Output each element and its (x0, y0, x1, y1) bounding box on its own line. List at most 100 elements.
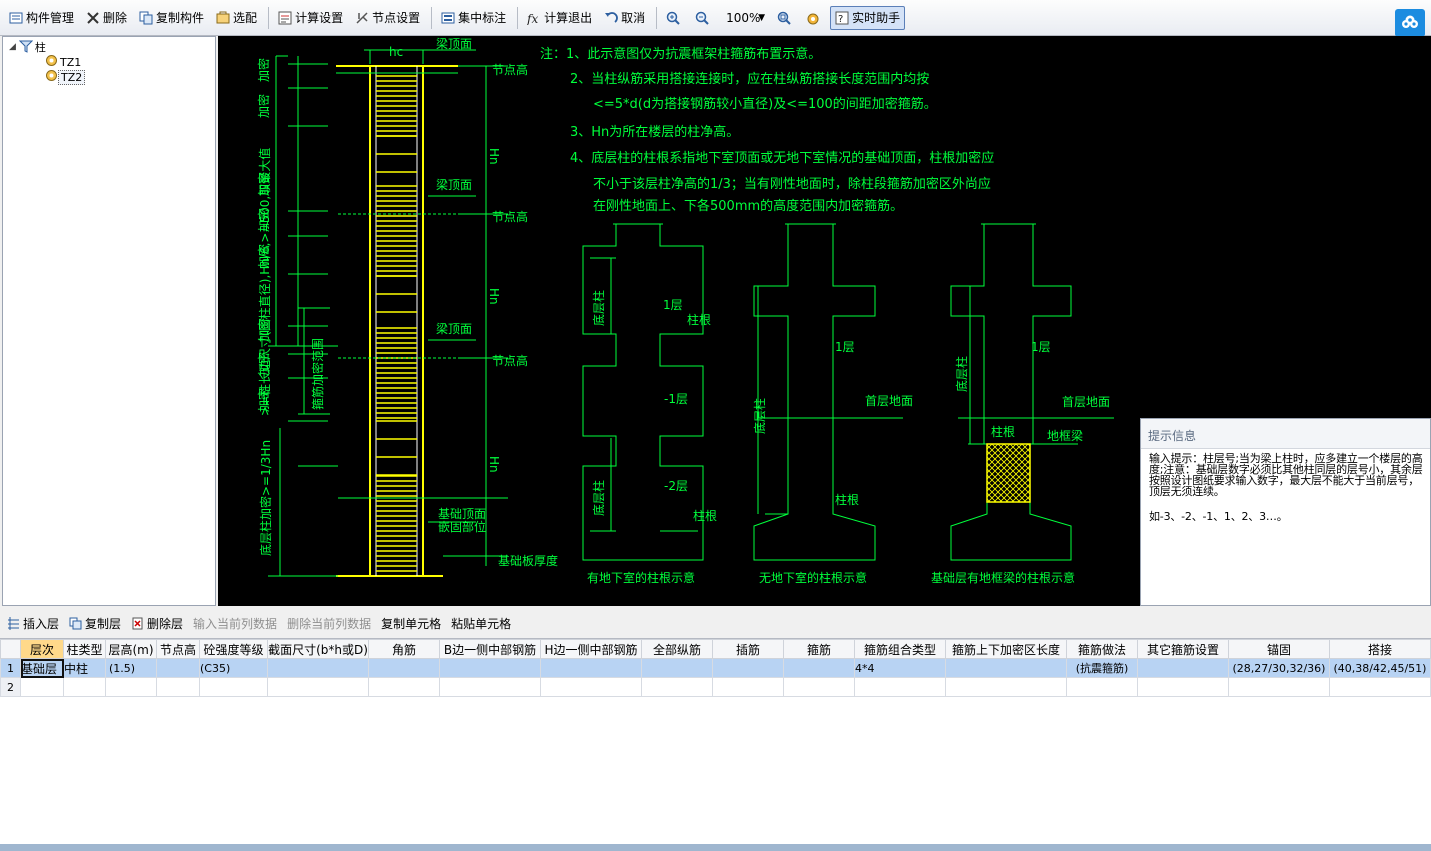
table-cell[interactable] (540, 658, 642, 678)
table-cell[interactable] (783, 658, 855, 678)
detail-no-basement (753, 223, 903, 561)
table-cell[interactable] (439, 677, 541, 697)
table-cell[interactable] (945, 658, 1067, 678)
col-header[interactable]: 箍筋做法 (1066, 639, 1138, 659)
col-header[interactable]: B边一侧中部钢筋 (439, 639, 541, 659)
copy-cell-button[interactable]: 复制单元格 (378, 615, 444, 632)
ground-beam-label: 地框梁 (1047, 428, 1083, 443)
cloud-button[interactable] (1395, 9, 1425, 37)
table-cell[interactable] (1329, 677, 1431, 697)
select-config-button[interactable]: 选配 (211, 6, 262, 30)
table-cell[interactable]: 基础层 (20, 658, 64, 678)
col-header[interactable]: 锚固 (1228, 639, 1330, 659)
tree-root-column[interactable]: ◢ 柱 (9, 39, 48, 55)
calc-settings-button[interactable]: 计算设置 (273, 6, 348, 30)
cancel-button[interactable]: 取消 (599, 6, 650, 30)
delete-button[interactable]: 删除 (81, 6, 132, 30)
col-header[interactable]: 砼强度等级 (199, 639, 268, 659)
table-cell[interactable] (1228, 677, 1330, 697)
stirrup-range-label: 箍筋加密范围 (310, 338, 325, 410)
table-cell[interactable] (267, 677, 369, 697)
tree-item-tz2[interactable]: TZ2 (45, 69, 86, 85)
table-row[interactable]: 1 基础层 中柱 (1.5) (C35) 4*4 (抗震箍筋) (28,27/3… (0, 658, 1431, 678)
col-header[interactable]: 箍筋上下加密区长度 (945, 639, 1067, 659)
table-cell[interactable] (641, 677, 713, 697)
col-header[interactable]: 其它箍筋设置 (1137, 639, 1229, 659)
table-cell[interactable] (368, 658, 440, 678)
col-header[interactable]: 搭接 (1329, 639, 1431, 659)
copy-layer-button[interactable]: 复制层 (66, 615, 124, 632)
insert-layer-button[interactable]: 插入层 (4, 615, 62, 632)
zoom-select[interactable]: 100% ▼ (719, 6, 770, 30)
table-cell[interactable]: 4*4 (854, 658, 946, 678)
zoom-out-button[interactable] (690, 6, 717, 30)
col-header[interactable]: H边一侧中部钢筋 (540, 639, 642, 659)
zoom-fit-button[interactable] (772, 6, 799, 30)
delete-col-data-button[interactable]: 删除当前列数据 (284, 615, 374, 632)
table-cell[interactable] (105, 677, 157, 697)
col-header[interactable]: 角筋 (368, 639, 440, 659)
copy-component-button[interactable]: 复制构件 (134, 6, 209, 30)
tree-item-tz1[interactable]: TZ1 (45, 54, 83, 70)
component-tree: ◢ 柱 TZ1 TZ2 (2, 36, 216, 606)
col-root-label-3: 柱根 (835, 492, 859, 507)
select-config-icon (216, 11, 230, 25)
layer-table-area: 层次 柱类型 层高(m) 节点高 砼强度等级 截面尺寸(b*h或D) 角筋 B边… (0, 638, 1431, 851)
column-elevation (268, 49, 508, 577)
table-cell[interactable]: (C35) (199, 658, 268, 678)
zoom-in-button[interactable] (661, 6, 688, 30)
col-header[interactable]: 全部纵筋 (641, 639, 713, 659)
realtime-helper-button[interactable]: ? 实时助手 (830, 5, 906, 30)
hint-panel: 提示信息 输入提示：柱层号;当为梁上柱时，应多建立一个楼层的高度;注意：基础层数… (1140, 418, 1431, 606)
table-cell[interactable] (783, 677, 855, 697)
table-cell[interactable]: 中柱 (63, 658, 106, 678)
hint-text: 输入提示：柱层号;当为梁上柱时，应多建立一个楼层的高度;注意：基础层数字必须比其… (1149, 452, 1423, 498)
table-cell[interactable]: (1.5) (105, 658, 157, 678)
table-cell[interactable] (439, 658, 541, 678)
delete-layer-button[interactable]: 删除层 (128, 615, 186, 632)
table-cell[interactable] (368, 677, 440, 697)
table-cell[interactable] (156, 658, 200, 678)
col-header[interactable]: 箍筋组合类型 (854, 639, 946, 659)
toolbar-separator (656, 6, 658, 29)
component-gear-icon (45, 54, 58, 70)
table-cell[interactable] (712, 677, 784, 697)
table-cell[interactable] (1137, 677, 1229, 697)
component-manage-button[interactable]: 构件管理 (4, 6, 79, 30)
table-cell[interactable] (199, 677, 268, 697)
calc-exit-button[interactable]: fx 计算退出 (522, 6, 597, 30)
table-cell[interactable] (20, 677, 64, 697)
table-cell[interactable] (712, 658, 784, 678)
col-header[interactable]: 柱类型 (63, 639, 106, 659)
paste-cell-button[interactable]: 粘贴单元格 (448, 615, 514, 632)
col-header[interactable]: 层高(m) (105, 639, 157, 659)
table-cell[interactable] (267, 658, 369, 678)
undo-icon (604, 11, 618, 25)
col-header[interactable]: 节点高 (156, 639, 200, 659)
row-number: 2 (0, 677, 21, 697)
caption-with-basement: 有地下室的柱根示意 (587, 570, 695, 585)
table-cell[interactable] (854, 677, 946, 697)
table-cell[interactable] (641, 658, 713, 678)
tools-button[interactable] (801, 6, 828, 30)
table-cell[interactable]: (抗震箍筋) (1066, 658, 1138, 678)
centralized-label-button[interactable]: 集中标注 (436, 6, 511, 30)
table-cell[interactable] (1066, 677, 1138, 697)
beam-top-label-2: 梁顶面 (436, 177, 472, 192)
col-header[interactable]: 层次 (20, 639, 64, 659)
col-header[interactable]: 插筋 (712, 639, 784, 659)
table-cell[interactable] (63, 677, 106, 697)
table-row[interactable]: 2 (0, 677, 1431, 697)
table-cell[interactable] (540, 677, 642, 697)
table-cell[interactable]: (40,38/42,45/51) (1329, 658, 1431, 678)
expand-icon[interactable]: ◢ (9, 42, 16, 52)
table-cell[interactable] (1137, 658, 1229, 678)
floor-m2-label: -2层 (664, 479, 688, 493)
table-cell[interactable]: (28,27/30,32/36) (1228, 658, 1330, 678)
col-header[interactable]: 箍筋 (783, 639, 855, 659)
node-settings-button[interactable]: 节点设置 (350, 6, 425, 30)
table-cell[interactable] (156, 677, 200, 697)
col-header[interactable]: 截面尺寸(b*h或D) (267, 639, 369, 659)
table-cell[interactable] (945, 677, 1067, 697)
input-col-data-button[interactable]: 输入当前列数据 (190, 615, 280, 632)
